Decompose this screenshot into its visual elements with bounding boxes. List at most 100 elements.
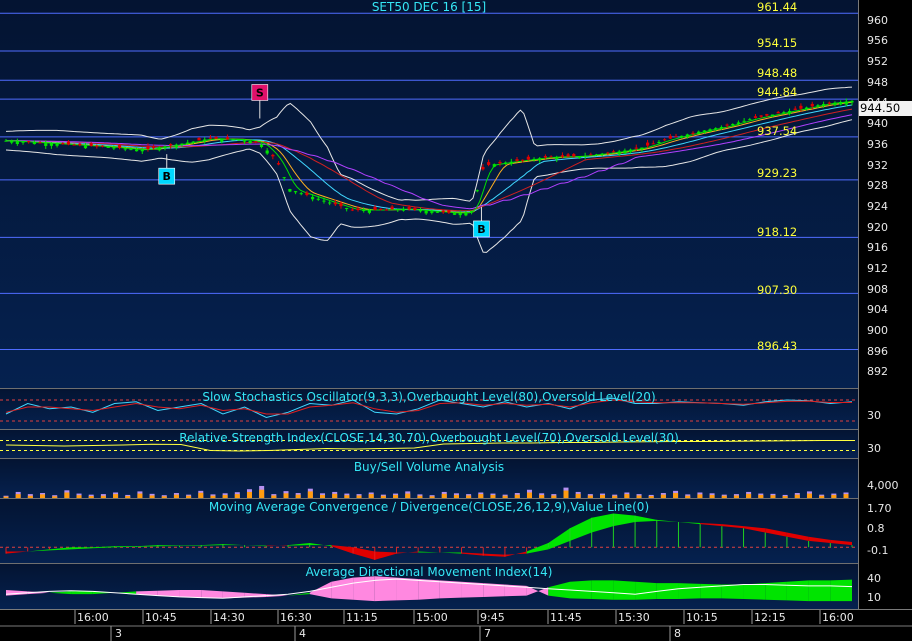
candle-body [134, 149, 139, 152]
macd-title: Moving Average Convergence / Divergence(… [208, 500, 650, 514]
candle-body [776, 111, 780, 114]
macd-fill [721, 524, 744, 529]
adx-di-fill [830, 579, 852, 602]
candle-body [106, 146, 110, 148]
candle-body [680, 135, 684, 138]
macd-fill [483, 553, 505, 557]
adx-panel[interactable]: Average Directional Movement Index(14) [0, 563, 858, 609]
adx-di-fill [396, 577, 419, 601]
candle-body [521, 159, 525, 161]
macd-fill [700, 523, 722, 527]
volume-panel[interactable]: Buy/Sell Volume Analysis [0, 458, 858, 499]
macd-fill [201, 544, 223, 546]
candle-body [311, 196, 315, 200]
macd-fill [374, 551, 397, 560]
adx-axis[interactable]: 40 10 [858, 563, 912, 609]
macd-fill [439, 552, 462, 554]
candle-body [685, 134, 689, 138]
candle-body [572, 154, 576, 157]
candle-body [237, 139, 241, 141]
candle-body [248, 141, 252, 144]
candle-body [594, 154, 599, 156]
macd-fill [591, 513, 614, 533]
macd-fill [786, 532, 809, 541]
candle-body [435, 211, 440, 213]
date-label: 4 [299, 627, 306, 640]
candle-body [509, 161, 513, 164]
candle-body [316, 198, 320, 200]
macd-fill [635, 515, 657, 522]
stochastic-panel[interactable]: Slow Stochastics Oscillator(9,3,3),Overb… [0, 388, 858, 429]
price-panel[interactable]: B S B SET50 DEC 16 [15] 961.44 954.15 948.… [0, 0, 858, 388]
candle-body [78, 143, 82, 146]
axis-tick: 916 [867, 241, 888, 255]
level-label: 954.15 [757, 36, 798, 50]
candle-body [174, 144, 178, 148]
candle-body [401, 209, 406, 211]
macd-axis[interactable]: 1.70 0.8 -0.1 [858, 498, 912, 563]
time-label: 16:30 [280, 611, 312, 624]
candle-body [469, 211, 474, 213]
axis-tick: 940 [867, 117, 888, 131]
axis-tick: 960 [867, 13, 888, 27]
candle-body [634, 147, 638, 149]
stochastic-axis[interactable]: 30 [858, 388, 912, 429]
candle-body [498, 161, 502, 164]
moving-average [5, 101, 853, 214]
macd-fill [331, 545, 354, 554]
adx-di-fill [179, 590, 202, 598]
price-axis[interactable]: 9609569529489449409369329289249209169129… [858, 0, 912, 388]
volume-axis[interactable]: 4,000 [858, 458, 912, 498]
time-label: 11:15 [346, 611, 378, 624]
adx-di-fill [613, 580, 636, 600]
candle-body [367, 210, 371, 213]
adx-di-fill [808, 580, 831, 602]
chart-window: B S B SET50 DEC 16 [15] 961.44 954.15 948.… [0, 0, 912, 641]
price-chart-svg: B S B [0, 12, 858, 351]
candle-body [475, 190, 479, 192]
time-label: 16:00 [822, 611, 854, 624]
candle-body [543, 156, 547, 158]
time-label: 9:45 [480, 611, 505, 624]
candle-body [481, 166, 485, 170]
candle-body [566, 154, 570, 157]
candle-body [333, 202, 337, 205]
adx-di-fill [331, 577, 354, 600]
rsi-panel[interactable]: Relative Strength Index(CLOSE,14,30,70),… [0, 429, 858, 458]
adx-di-fill [49, 591, 72, 595]
axis-tick: 892 [867, 365, 888, 379]
time-label: 15:30 [618, 611, 650, 624]
candle-body [504, 162, 508, 164]
macd-fill [27, 549, 50, 552]
macd-fill [570, 517, 592, 541]
macd-fill [288, 543, 310, 546]
candle-body [305, 192, 309, 196]
adx-di-fill [570, 580, 592, 600]
macd-fill [765, 528, 787, 537]
candle-body [617, 151, 621, 155]
level-label: 929.23 [757, 166, 798, 180]
candle-body [413, 207, 417, 210]
level-label: 896.43 [757, 339, 798, 353]
candle-body [49, 143, 54, 146]
candle-body [430, 211, 434, 213]
candle-body [719, 126, 724, 128]
candle-body [61, 143, 65, 145]
candle-body [600, 153, 604, 155]
candle-body [770, 114, 775, 116]
time-label: 16:00 [77, 611, 109, 624]
axis-tick: 936 [867, 137, 888, 151]
candle-body [725, 124, 729, 126]
macd-fill [678, 521, 701, 525]
rsi-axis[interactable]: 30 [858, 429, 912, 458]
axis-tick: -0.1 [867, 544, 889, 557]
last-price-tag: 944.50 [859, 101, 912, 116]
axis-tick: 928 [867, 179, 888, 193]
macd-panel[interactable]: Moving Average Convergence / Divergence(… [0, 498, 858, 563]
macd-fill [526, 543, 549, 554]
time-axis[interactable]: 16:00 10:45 14:30 16:30 11:15 15:00 9:45 11:45 1… [0, 609, 912, 641]
time-label: 14:30 [213, 611, 245, 624]
level-label: 948.48 [757, 66, 798, 80]
adx-di-fill [591, 580, 614, 600]
candle-body [345, 208, 349, 210]
